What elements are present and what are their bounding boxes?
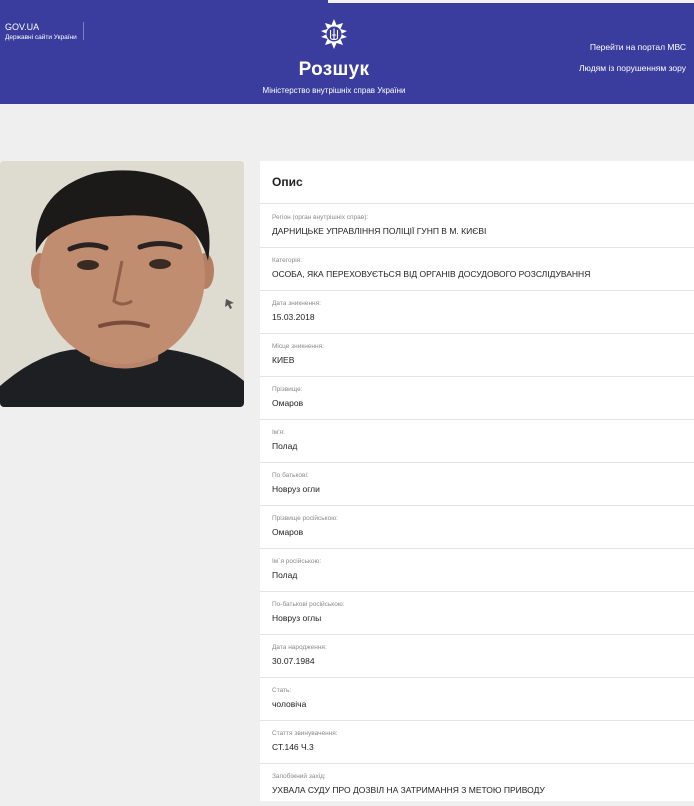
field-row-name: Ім'я: Полад <box>260 419 694 463</box>
field-label: Дата зникнення: <box>272 300 321 307</box>
field-value: Полад <box>272 570 298 580</box>
field-row-charge-article: Стаття звинувачення: СТ.146 Ч.3 <box>260 720 694 764</box>
field-label: Стаття звинувачення: <box>272 730 338 737</box>
field-label: Дата народження: <box>272 644 327 651</box>
field-row-category: Категорія: ОСОБА, ЯКА ПЕРЕХОВУЄТЬСЯ ВІД … <box>260 247 694 291</box>
card-title: Опис <box>272 175 303 189</box>
page-title: Розшук <box>298 59 370 80</box>
top-strip <box>328 0 694 3</box>
field-row-patronymic: По батькові: Новруз огли <box>260 462 694 506</box>
field-value: Омаров <box>272 527 304 537</box>
field-row-preventive-measure: Запобіжний захід: УХВАЛА СУДУ ПРО ДОЗВІЛ… <box>260 763 694 806</box>
field-value: ОСОБА, ЯКА ПЕРЕХОВУЄТЬСЯ ВІД ОРГАНІВ ДОС… <box>272 269 591 279</box>
field-label: Ім`я російською: <box>272 558 322 565</box>
field-value: КИЕВ <box>272 355 295 365</box>
gov-ua-title: GOV.UA <box>5 22 40 32</box>
field-value: ДАРНИЦЬКЕ УПРАВЛІННЯ ПОЛІЦІЇ ГУНП В М. К… <box>272 226 487 236</box>
description-card: Опис Регіон (орган внутрішніх справ): ДА… <box>260 161 694 801</box>
field-value: Омаров <box>272 398 304 408</box>
field-label: Регіон (орган внутрішніх справ): <box>272 214 369 221</box>
field-row-birth-date: Дата народження: 30.07.1984 <box>260 634 694 678</box>
field-value: Новруз огли <box>272 484 320 494</box>
field-value: УХВАЛА СУДУ ПРО ДОЗВІЛ НА ЗАТРИМАННЯ З М… <box>272 785 545 795</box>
page-subtitle: Міністерство внутрішніх справ України <box>262 86 406 95</box>
gov-ua-subtitle: Державні сайти України <box>5 34 77 41</box>
field-value: чоловіча <box>272 699 307 709</box>
field-row-patronymic-ru: По-батькові російською: Новруз оглы <box>260 591 694 635</box>
field-label: Ім'я: <box>272 429 285 436</box>
field-value: 15.03.2018 <box>272 312 315 322</box>
field-label: Категорія: <box>272 257 303 264</box>
person-photo <box>0 161 244 407</box>
field-row-disappearance-place: Місце зникнення: КИЕВ <box>260 333 694 377</box>
divider <box>83 22 84 40</box>
field-row-name-ru: Ім`я російською: Полад <box>260 548 694 592</box>
field-row-region: Регіон (орган внутрішніх справ): ДАРНИЦЬ… <box>260 204 694 248</box>
site-header: GOV.UA Державні сайти України Розшук Мін… <box>0 0 694 104</box>
field-row-disappearance-date: Дата зникнення: 15.03.2018 <box>260 290 694 334</box>
field-label: Стать: <box>272 687 292 694</box>
field-label: Запобіжний захід: <box>272 773 326 780</box>
field-value: СТ.146 Ч.3 <box>272 742 314 752</box>
field-label: Місце зникнення: <box>272 343 324 350</box>
field-label: Прізвище російською: <box>272 515 338 522</box>
gov-ua-link[interactable]: GOV.UA Державні сайти України <box>5 22 77 42</box>
accessibility-link[interactable]: Людям із порушенням зору <box>579 63 686 73</box>
person-photo-image <box>0 161 244 407</box>
field-row-sex: Стать: чоловіча <box>260 677 694 721</box>
field-value: Новруз оглы <box>272 613 322 623</box>
trident-emblem-icon[interactable] <box>316 18 352 54</box>
field-value: Полад <box>272 441 298 451</box>
field-value: 30.07.1984 <box>272 656 315 666</box>
field-row-surname: Прізвище: Омаров <box>260 376 694 420</box>
field-label: По-батькові російською: <box>272 601 345 608</box>
field-label: Прізвище: <box>272 386 303 393</box>
field-label: По батькові: <box>272 472 309 479</box>
portal-link[interactable]: Перейти на портал МВС <box>590 42 686 52</box>
field-row-surname-ru: Прізвище російською: Омаров <box>260 505 694 549</box>
